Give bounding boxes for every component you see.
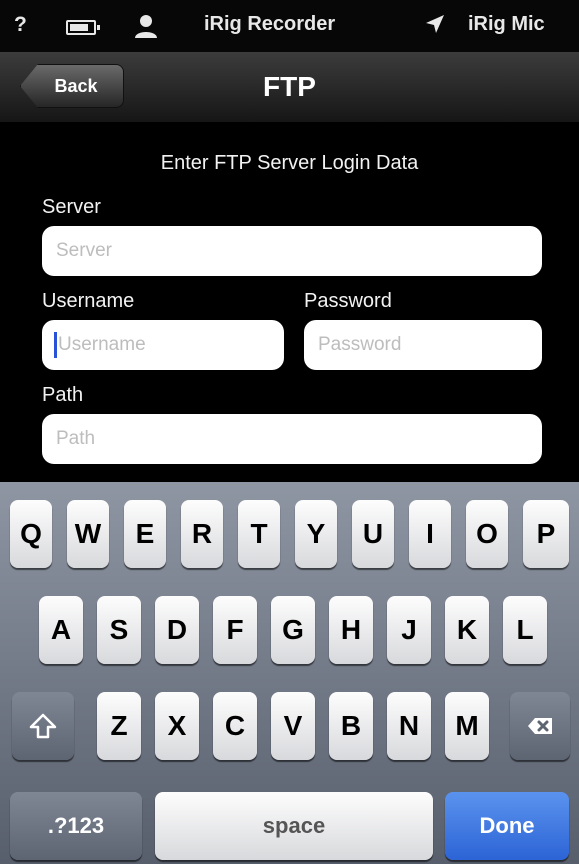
text-cursor — [54, 332, 57, 358]
password-placeholder: Password — [318, 334, 402, 355]
key-h[interactable]: H — [329, 596, 373, 664]
key-m[interactable]: M — [445, 692, 489, 760]
username-label: Username — [42, 290, 135, 312]
key-i[interactable]: I — [409, 500, 451, 568]
keyboard: Q W E R T Y U I O P A S D F G H J K L Z … — [0, 482, 579, 864]
path-label: Path — [42, 384, 84, 406]
done-button[interactable]: Done — [445, 792, 569, 860]
status-mic-name: iRig Mic — [468, 13, 545, 35]
server-placeholder: Server — [56, 240, 112, 261]
username-placeholder: Username — [58, 334, 146, 355]
key-t[interactable]: T — [238, 500, 280, 568]
server-label: Server — [42, 196, 101, 218]
key-u[interactable]: U — [352, 500, 394, 568]
path-input[interactable]: Path — [42, 414, 542, 464]
password-label: Password — [304, 290, 392, 312]
key-a[interactable]: A — [39, 596, 83, 664]
key-g[interactable]: G — [271, 596, 315, 664]
key-q[interactable]: Q — [10, 500, 52, 568]
key-j[interactable]: J — [387, 596, 431, 664]
key-b[interactable]: B — [329, 692, 373, 760]
key-d[interactable]: D — [155, 596, 199, 664]
help-icon: ? — [14, 13, 27, 36]
key-x[interactable]: X — [155, 692, 199, 760]
status-app-name: iRig Recorder — [204, 13, 336, 35]
shift-icon — [29, 713, 57, 739]
delete-key[interactable] — [510, 692, 570, 760]
key-v[interactable]: V — [271, 692, 315, 760]
key-w[interactable]: W — [67, 500, 109, 568]
server-input[interactable]: Server — [42, 226, 542, 276]
key-l[interactable]: L — [503, 596, 547, 664]
nav-bar: Back FTP — [0, 52, 579, 123]
ftp-login-form: Enter FTP Server Login Data Server Serve… — [0, 122, 579, 482]
status-bar: ? iRig Recorder iRig Mic — [0, 0, 579, 52]
password-input[interactable]: Password — [304, 320, 542, 370]
key-r[interactable]: R — [181, 500, 223, 568]
key-n[interactable]: N — [387, 692, 431, 760]
key-e[interactable]: E — [124, 500, 166, 568]
key-y[interactable]: Y — [295, 500, 337, 568]
key-p[interactable]: P — [523, 500, 569, 568]
username-input[interactable]: Username — [42, 320, 284, 370]
key-c[interactable]: C — [213, 692, 257, 760]
location-arrow-icon — [425, 14, 445, 40]
key-k[interactable]: K — [445, 596, 489, 664]
battery-icon — [66, 20, 100, 35]
delete-icon — [528, 718, 552, 734]
page-title: FTP — [263, 71, 316, 102]
key-s[interactable]: S — [97, 596, 141, 664]
key-o[interactable]: O — [466, 500, 508, 568]
numbers-key[interactable]: .?123 — [10, 792, 142, 860]
shift-key[interactable] — [12, 692, 74, 760]
key-z[interactable]: Z — [97, 692, 141, 760]
key-f[interactable]: F — [213, 596, 257, 664]
person-icon — [135, 15, 157, 38]
space-key[interactable]: space — [155, 792, 433, 860]
path-placeholder: Path — [56, 428, 96, 449]
form-heading: Enter FTP Server Login Data — [160, 152, 419, 174]
